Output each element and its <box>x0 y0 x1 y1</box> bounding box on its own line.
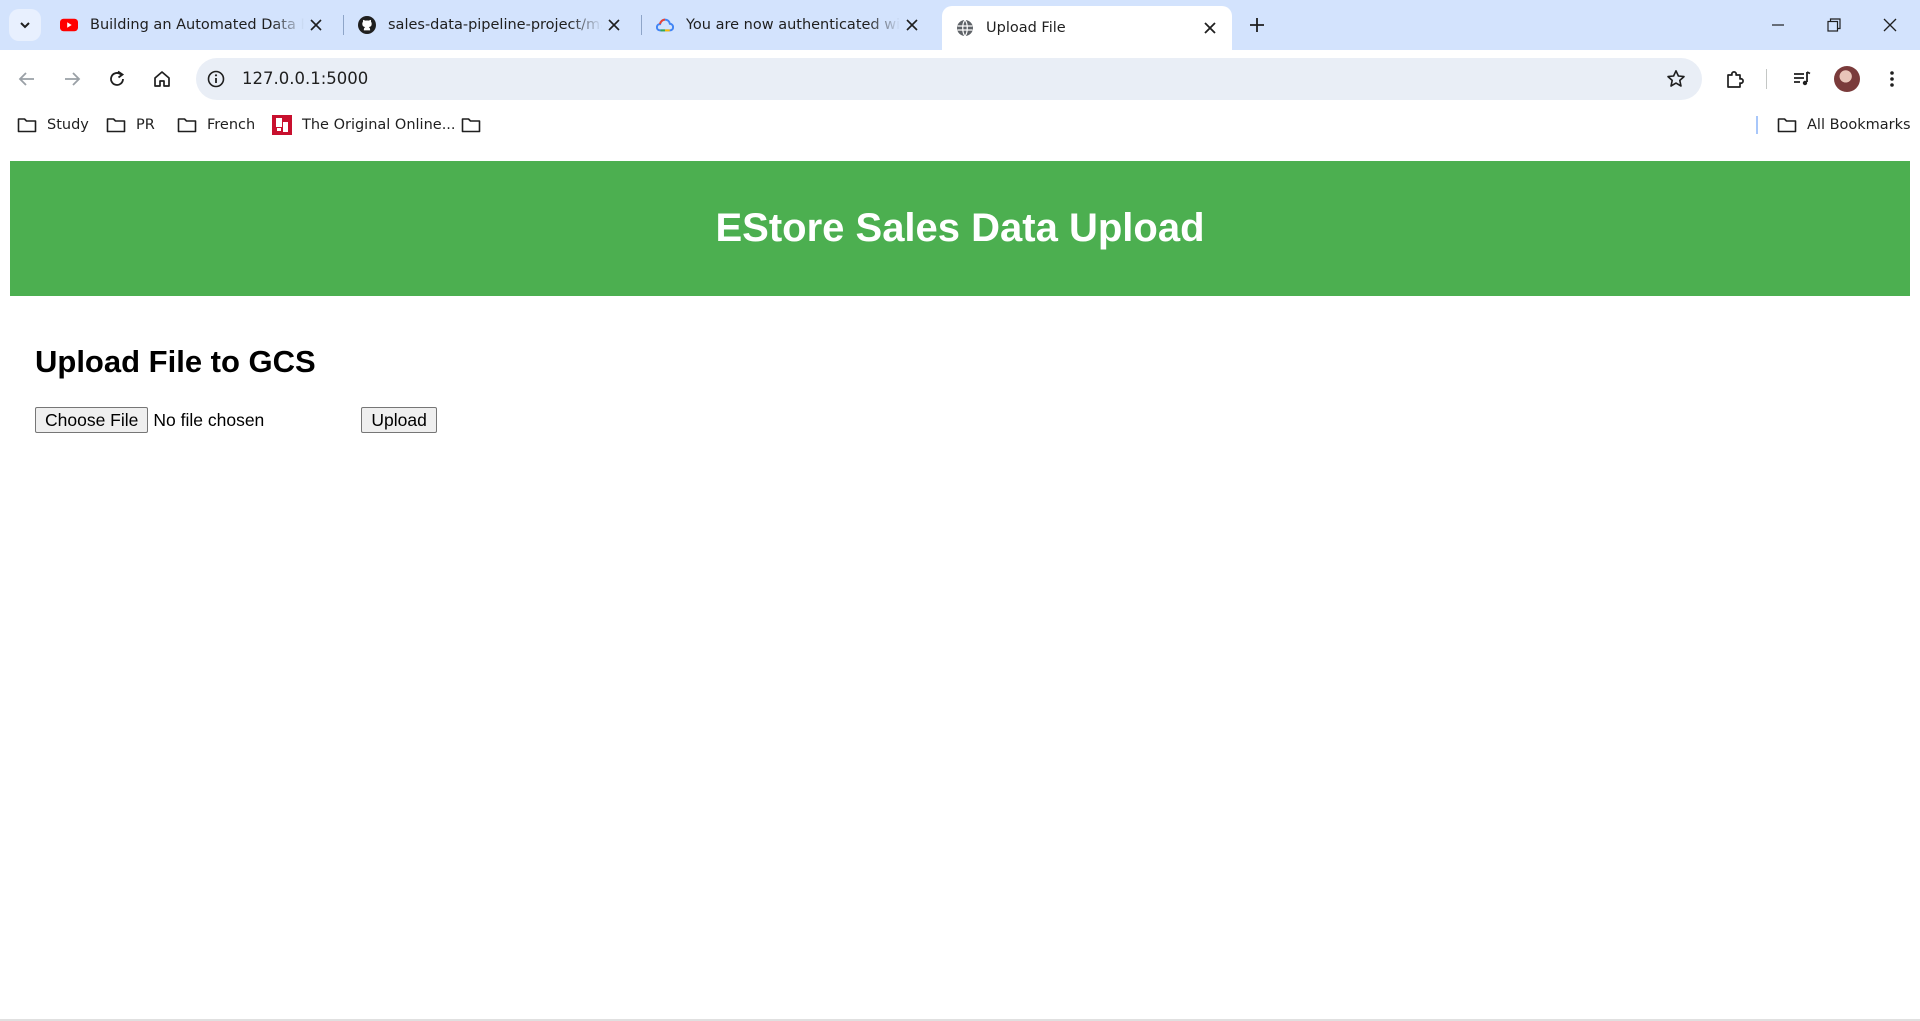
back-arrow-icon <box>18 72 34 86</box>
choose-file-button[interactable]: Choose File <box>35 407 149 433</box>
restore-icon <box>1827 18 1841 32</box>
bookmark-folder[interactable] <box>461 108 491 142</box>
minimize-button[interactable] <box>1750 0 1806 50</box>
chevron-down-icon <box>20 22 30 29</box>
bookmark-study[interactable]: Study <box>17 108 89 142</box>
tab-title: sales-data-pipeline-project/main <box>388 17 602 33</box>
restore-button[interactable] <box>1806 0 1862 50</box>
plus-icon <box>1250 18 1264 32</box>
folder-icon <box>17 118 37 133</box>
bookmarks-divider <box>1756 116 1758 134</box>
youtube-icon <box>60 16 78 34</box>
puzzle-icon <box>1727 71 1744 88</box>
page-title: Upload File to GCS <box>35 344 316 379</box>
back-button[interactable] <box>9 61 45 97</box>
github-icon <box>358 16 376 34</box>
media-control-button[interactable] <box>1784 61 1820 97</box>
folder-icon <box>1777 118 1797 133</box>
reload-button[interactable] <box>99 61 135 97</box>
tab-youtube[interactable]: Building an Automated Data Pipeline <box>46 6 338 44</box>
home-icon <box>154 71 170 87</box>
avatar <box>1834 66 1860 92</box>
close-icon <box>1883 18 1897 32</box>
tab-title: You are now authenticated with the Googl… <box>686 17 900 33</box>
tab-google-cloud[interactable]: You are now authenticated with the Googl… <box>642 6 934 44</box>
close-tab-icon[interactable] <box>304 13 328 37</box>
bookmark-original-online[interactable]: The Original Online... <box>272 108 456 142</box>
queue-music-icon <box>1794 71 1811 86</box>
browser-toolbar: 127.0.0.1:5000 <box>0 50 1920 108</box>
tab-upload-file[interactable]: Upload File <box>942 6 1232 50</box>
close-window-button[interactable] <box>1862 0 1918 50</box>
upload-button[interactable]: Upload <box>361 407 437 433</box>
tab-title: Building an Automated Data Pipeline <box>90 17 304 33</box>
folder-icon <box>461 118 481 133</box>
tab-github[interactable]: sales-data-pipeline-project/main <box>344 6 636 44</box>
tab-title: Upload File <box>986 20 1066 36</box>
banner-title: EStore Sales Data Upload <box>715 206 1205 250</box>
header-banner: EStore Sales Data Upload <box>10 161 1910 296</box>
site-info-icon[interactable] <box>206 69 226 89</box>
bookmark-label: Study <box>47 117 89 133</box>
reload-icon <box>110 70 125 86</box>
bookmark-favicon <box>272 115 292 135</box>
url-text: 127.0.0.1:5000 <box>242 69 369 88</box>
all-bookmarks[interactable]: All Bookmarks <box>1777 108 1911 142</box>
close-tab-icon[interactable] <box>602 13 626 37</box>
bookmark-label: PR <box>136 117 155 133</box>
upload-form: Choose File No file chosen Upload <box>35 407 437 433</box>
bookmark-pr[interactable]: PR <box>106 108 155 142</box>
bookmarks-bar: Study PR French The Original Online... A… <box>0 108 1920 142</box>
tab-strip: Building an Automated Data Pipeline sale… <box>0 0 1920 50</box>
new-tab-button[interactable] <box>1241 9 1273 41</box>
address-bar[interactable]: 127.0.0.1:5000 <box>196 58 1702 100</box>
minimize-icon <box>1772 24 1784 26</box>
bookmark-star-icon[interactable] <box>1666 69 1686 89</box>
file-status-text: No file chosen <box>153 409 265 430</box>
close-tab-icon[interactable] <box>1198 16 1222 40</box>
menu-button[interactable] <box>1874 61 1910 97</box>
google-cloud-icon <box>656 16 674 34</box>
bookmark-french[interactable]: French <box>177 108 255 142</box>
bookmark-label: The Original Online... <box>302 117 456 133</box>
bookmark-label: French <box>207 117 256 133</box>
home-button[interactable] <box>144 61 180 97</box>
profile-button[interactable] <box>1829 61 1865 97</box>
folder-icon <box>106 118 126 133</box>
all-bookmarks-label: All Bookmarks <box>1807 117 1911 133</box>
forward-arrow-icon <box>65 72 81 86</box>
page-content: EStore Sales Data Upload Upload File to … <box>0 142 1920 1021</box>
extensions-button[interactable] <box>1717 61 1753 97</box>
close-tab-icon[interactable] <box>900 13 924 37</box>
toolbar-divider <box>1766 69 1767 89</box>
forward-button[interactable] <box>54 61 90 97</box>
more-vert-icon <box>1890 71 1894 87</box>
globe-icon <box>956 19 974 37</box>
folder-icon <box>177 118 197 133</box>
tab-search-button[interactable] <box>9 9 41 41</box>
